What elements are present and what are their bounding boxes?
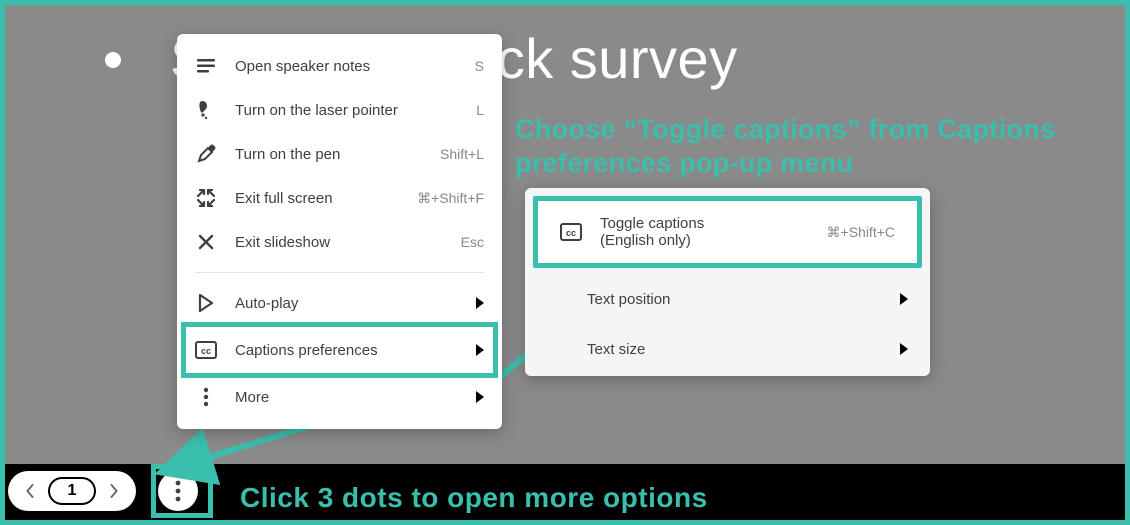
screenshot-frame	[0, 0, 1130, 525]
